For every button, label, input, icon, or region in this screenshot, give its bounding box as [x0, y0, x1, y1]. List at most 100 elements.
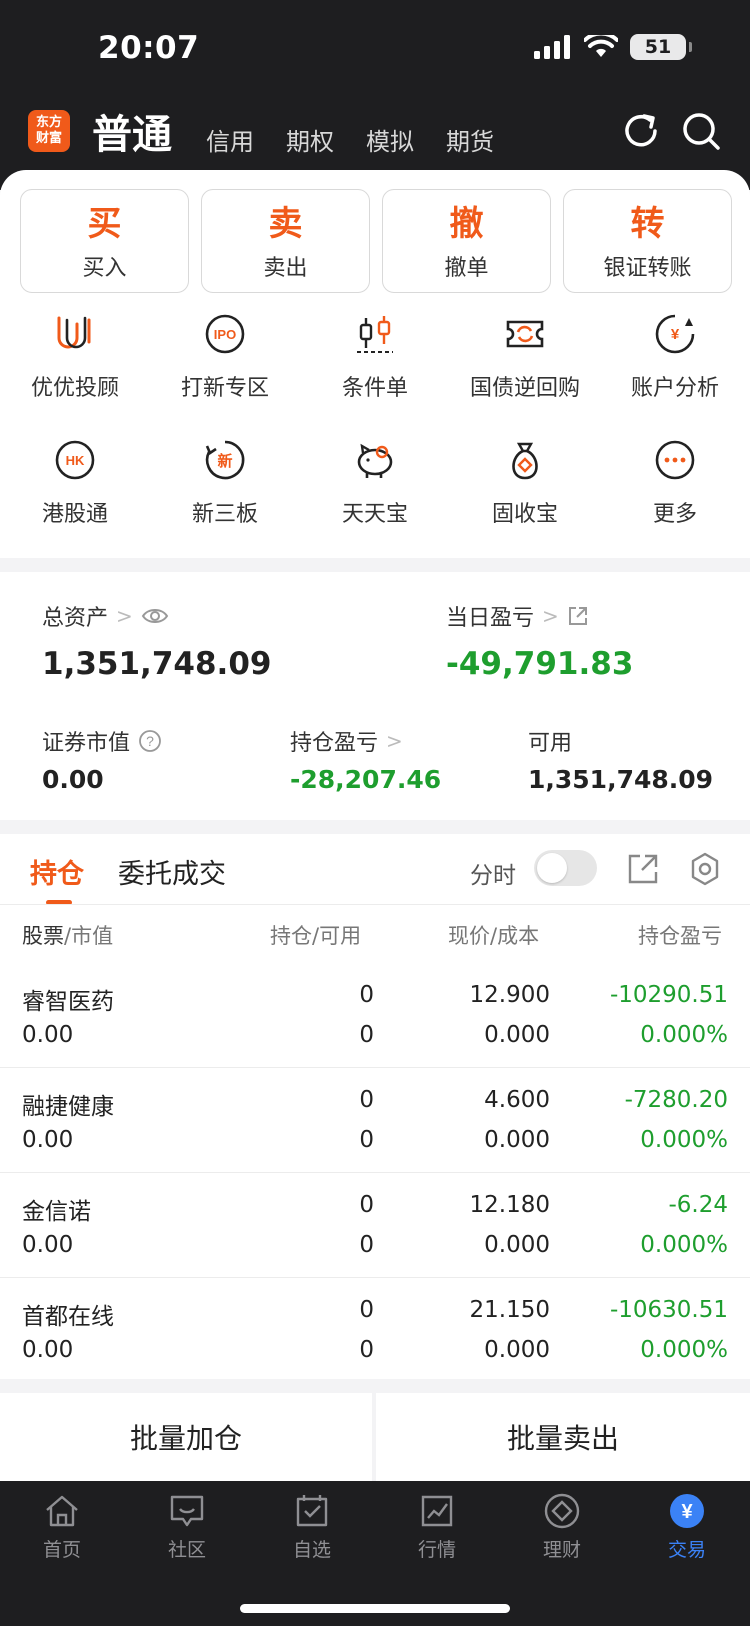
header-available-text: /可用 [312, 924, 362, 948]
sell-button[interactable]: 卖 卖出 [201, 189, 370, 293]
header-cost-text: /成本 [490, 924, 540, 948]
tab-label: 社区 [167, 1539, 206, 1561]
position-pnl-value: -28,207.46 [290, 765, 442, 794]
hold-qty: 0 [359, 1087, 374, 1113]
shortcut-label: 条件单 [341, 376, 408, 401]
chevron-right-icon: > [542, 604, 559, 628]
bulk-add-button[interactable]: 批量加仓 [0, 1393, 372, 1481]
position-pnl-label: 持仓盈亏 [290, 731, 379, 756]
header-hold-text: 持仓 [270, 924, 312, 948]
positions-section: 持仓 委托成交 分时 股票/市值 持仓/可用 现价/成本 持仓盈亏 睿智医药 0… [0, 834, 750, 1379]
table-row[interactable]: 融捷健康 0.00 0 0 4.600 0.000 -7280.20 0.000… [0, 1069, 750, 1173]
stock-name: 融捷健康 [22, 1094, 114, 1120]
position-pnl-label-group[interactable]: 持仓盈亏 > [290, 725, 403, 757]
daily-pnl-label: 当日盈亏 [446, 606, 535, 631]
svg-text:¥: ¥ [671, 326, 680, 343]
tab-label: 行情 [417, 1539, 456, 1561]
eye-icon[interactable] [141, 606, 169, 626]
intraday-toggle[interactable] [534, 850, 597, 886]
sell-glyph: 卖 [268, 204, 303, 244]
table-row[interactable]: 睿智医药 0.00 0 0 12.900 0.000 -10290.51 0.0… [0, 964, 750, 1068]
external-link-icon[interactable] [567, 605, 589, 627]
position-pnl-pct: 0.000% [640, 1127, 728, 1153]
sell-label: 卖出 [263, 256, 308, 281]
available-label: 可用 [528, 731, 573, 756]
wifi-icon [584, 35, 618, 57]
position-pnl: -7280.20 [624, 1087, 728, 1113]
tab-orders-trades[interactable]: 委托成交 [118, 852, 226, 891]
market-chart-icon [421, 1495, 453, 1527]
tab-market[interactable]: 行情 [397, 1491, 477, 1562]
piggy-bank-icon [357, 443, 393, 478]
tab-trade[interactable]: ¥ 交易 [647, 1491, 727, 1562]
shortcut-label: 天天宝 [341, 502, 408, 527]
account-nav: 东方 财富 普通 信用 期权 模拟 期货 [0, 104, 750, 164]
position-pnl: -6.24 [668, 1192, 728, 1218]
settings-gear-icon[interactable] [688, 852, 722, 886]
shortcut-account-analysis[interactable]: ¥ 账户分析 [600, 312, 750, 416]
money-bag-icon [512, 442, 538, 480]
hk-icon: HK [55, 440, 95, 480]
cost-price: 0.000 [484, 1022, 550, 1048]
tab-futures[interactable]: 期货 [446, 122, 494, 157]
shortcut-new-third-board[interactable]: 新 新三板 [150, 438, 300, 542]
header-price: 现价/成本 [448, 920, 539, 950]
top-bar: 20:07 51 东方 财富 普通 信用 期权 模拟 期货 [0, 0, 750, 190]
logo-text-line2: 财富 [35, 131, 62, 146]
avail-qty: 0 [359, 1232, 374, 1258]
shortcut-conditional-order[interactable]: 条件单 [300, 312, 450, 416]
shortcut-fixed-income[interactable]: 固收宝 [450, 438, 600, 542]
tab-credit[interactable]: 信用 [206, 122, 254, 157]
header-hold: 持仓/可用 [270, 920, 361, 950]
shortcut-repo[interactable]: 国债逆回购 [450, 312, 600, 416]
position-pnl-pct: 0.000% [640, 1337, 728, 1363]
shortcut-label: 固收宝 [491, 502, 558, 527]
share-icon[interactable] [626, 852, 660, 886]
battery-indicator: 51 [630, 34, 692, 60]
signal-icon [534, 35, 570, 59]
bulk-sell-button[interactable]: 批量卖出 [376, 1393, 750, 1481]
table-row[interactable]: 金信诺 0.00 0 0 12.180 0.000 -6.24 0.000% [0, 1174, 750, 1278]
stock-name: 首都在线 [22, 1304, 114, 1330]
cancel-order-button[interactable]: 撤 撤单 [382, 189, 551, 293]
refresh-icon[interactable] [620, 110, 662, 152]
table-row[interactable]: 首都在线 0.00 0 0 21.150 0.000 -10630.51 0.0… [0, 1279, 750, 1383]
status-icons: 51 [534, 34, 692, 60]
bank-transfer-button[interactable]: 转 银证转账 [563, 189, 732, 293]
help-icon[interactable]: ? [138, 729, 162, 753]
logo-text-line1: 东方 [35, 115, 62, 130]
shortcut-label: 国债逆回购 [469, 376, 580, 401]
market-value: 0.00 [22, 1022, 74, 1048]
current-price: 12.180 [469, 1192, 550, 1218]
tab-options[interactable]: 期权 [286, 122, 334, 157]
buy-button[interactable]: 买 买入 [20, 189, 189, 293]
available-value: 1,351,748.09 [528, 765, 714, 794]
tab-simulation[interactable]: 模拟 [366, 122, 414, 157]
chevron-right-icon: > [386, 729, 403, 753]
hold-qty: 0 [359, 982, 374, 1008]
tab-normal-account[interactable]: 普通 [92, 102, 172, 160]
tab-home[interactable]: 首页 [22, 1491, 102, 1562]
tab-label: 理财 [542, 1539, 581, 1561]
tab-watchlist[interactable]: 自选 [272, 1491, 352, 1562]
shortcut-label: 账户分析 [630, 376, 719, 401]
current-price: 21.150 [469, 1297, 550, 1323]
shortcut-hk-connect[interactable]: HK 港股通 [0, 438, 150, 542]
new-board-icon: 新 [205, 440, 245, 480]
tab-label: 首页 [42, 1539, 81, 1561]
position-pnl: -10630.51 [609, 1297, 728, 1323]
total-assets-label-group[interactable]: 总资产 > [42, 600, 169, 632]
shortcut-ipo[interactable]: IPO 打新专区 [150, 312, 300, 416]
tab-community[interactable]: 社区 [147, 1491, 227, 1562]
svg-text:HK: HK [66, 453, 85, 468]
tab-wealth[interactable]: 理财 [522, 1491, 602, 1562]
shortcut-more[interactable]: 更多 [600, 438, 750, 542]
daily-pnl-label-group[interactable]: 当日盈亏 > [446, 600, 589, 632]
svg-text:新: 新 [217, 452, 232, 470]
search-icon[interactable] [680, 110, 722, 152]
shortcut-tiantianbao[interactable]: 天天宝 [300, 438, 450, 542]
svg-text:¥: ¥ [681, 1501, 693, 1523]
chat-icon [170, 1495, 204, 1527]
tab-positions[interactable]: 持仓 [30, 852, 84, 891]
shortcut-uu-advisor[interactable]: 优优投顾 [0, 312, 150, 416]
